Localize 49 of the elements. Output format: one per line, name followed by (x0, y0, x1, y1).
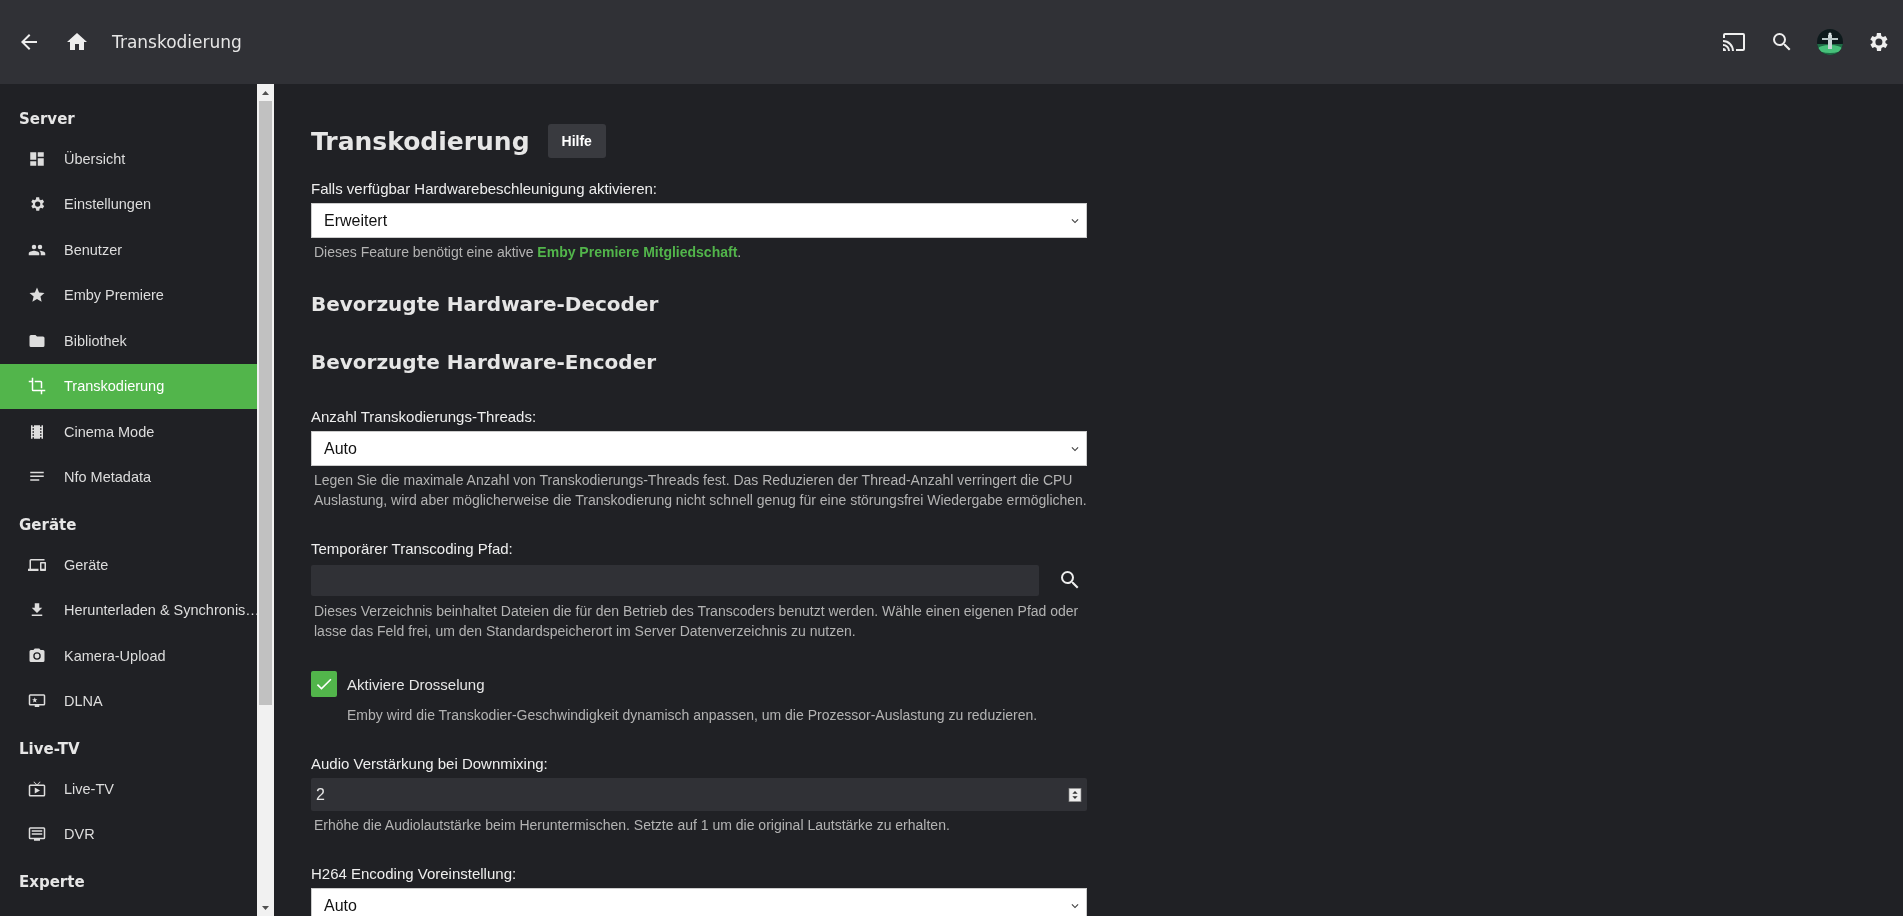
field-label: Falls verfügbar Hardwarebeschleunigung aktivieren: (311, 180, 659, 197)
sidebar-item[interactable]: Bibliothek (0, 318, 257, 364)
dropdown-field[interactable]: Auto (311, 431, 1087, 466)
section-heading: Geräte (18, 515, 78, 536)
sidebar-item[interactable]: DVR (0, 811, 257, 857)
dropdown-field[interactable]: Erweitert (311, 203, 1087, 238)
section-heading: Bevorzugte Hardware-Encoder (311, 350, 658, 374)
sidebar-item[interactable]: Herunterladen & Synchronis… (0, 587, 257, 633)
sidebar-item[interactable]: Einstellungen (0, 181, 257, 227)
field-label: Temporärer Transcoding Pfad: (311, 540, 514, 557)
checkbox[interactable] (311, 671, 337, 697)
sidebar-item[interactable]: DLNA (0, 678, 257, 724)
tv-icon (28, 779, 46, 798)
field-label: Anzahl Transkodierungs-Threads: (311, 408, 538, 425)
scroll-up-arrow-icon[interactable] (262, 91, 269, 95)
help-text: Legen Sie die maximale Anzahl von Transkodierungs-Threads fest. Das Reduzieren der Thread-Anzahl verringert die CPU Auslastung, wird aber möglicherweise die Transkodierung nicht schnell genug für eine störungsfrei Wiedergabe ermöglichen. (314, 471, 1087, 510)
section-heading: Bevorzugte Hardware-Decoder (311, 292, 660, 316)
section-heading: Live-TV (18, 739, 81, 760)
sidebar-item[interactable]: Nfo Metadata (0, 454, 257, 500)
checkbox-label: Aktiviere Drosselung (347, 675, 485, 693)
help-text: Erhöhe die Audiolautstärke beim Heruntermischen. Setzte auf 1 um die original Lautstärke zu erhalten. (314, 816, 951, 835)
help-text: Dieses Verzeichnis beinhaltet Dateien die für den Betrieb des Transcoders benutzt werden. Wähle einen eigenen Pfad oder lasse das Feld frei, um den Standardspeicherort im Server Datenverzeichnis zu nutzen. (314, 602, 1080, 641)
spinner-arrows-icon (1067, 786, 1083, 803)
sidebar-item[interactable]: Übersicht (0, 136, 257, 182)
dashboard-icon (28, 149, 46, 168)
crop-icon (28, 377, 46, 396)
field-label: Audio Verstärkung bei Downmixing: (311, 755, 549, 772)
scroll-down-arrow-icon[interactable] (262, 906, 269, 910)
help-button[interactable]: Hilfe (547, 124, 606, 158)
number-input-field[interactable]: 2 (311, 778, 1087, 811)
sidebar-item[interactable]: Cinema Mode (0, 409, 257, 455)
sidebar-item[interactable]: Emby Premiere (0, 272, 257, 318)
section-heading: Server (18, 109, 76, 130)
sidebar-item[interactable]: Kamera-Upload (0, 633, 257, 679)
camera-icon (28, 646, 46, 665)
page-heading: Transkodierung (311, 126, 530, 156)
help-text: Dieses Feature benötigt eine aktive Emby Premiere Mitgliedschaft. (314, 243, 743, 262)
dropdown-field[interactable]: Auto (311, 888, 1087, 916)
sidebar-item[interactable]: Geräte (0, 542, 257, 588)
sidebar-item[interactable]: Benutzer (0, 227, 257, 273)
sidebar-item[interactable]: Live-TV (0, 766, 257, 812)
help-text: Emby wird die Transkodier-Geschwindigkeit dynamisch anpassen, um die Prozessor-Auslastung zu reduzieren. (347, 706, 1039, 725)
field-label: H264 Encoding Voreinstellung: (311, 865, 518, 882)
monitor-icon (28, 825, 46, 844)
section-heading: Experte (18, 872, 86, 893)
star-icon (28, 286, 46, 305)
cast-icon (1722, 30, 1746, 54)
film-icon (28, 422, 46, 441)
page-title: Transkodierung (112, 32, 242, 52)
